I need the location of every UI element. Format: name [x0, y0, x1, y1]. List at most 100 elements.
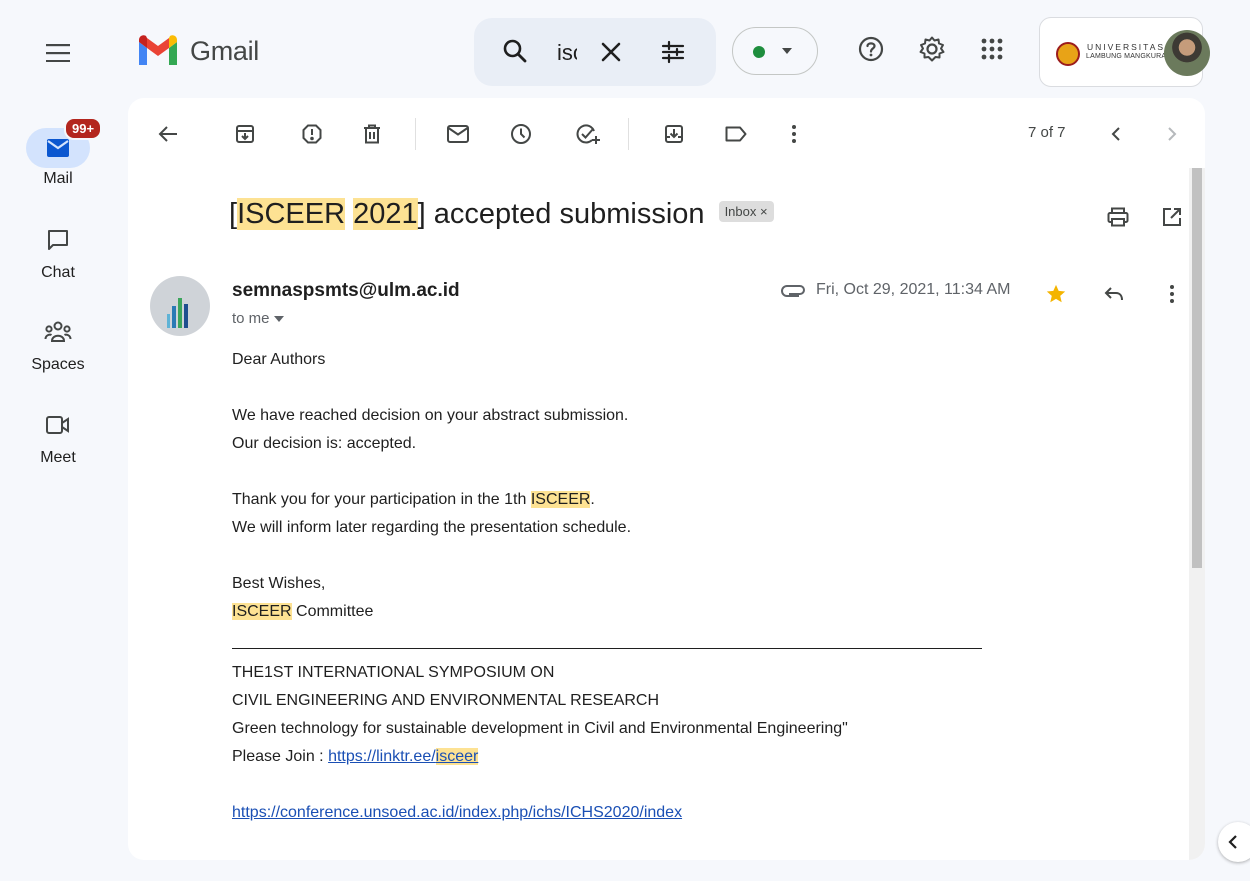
chat-icon [48, 230, 68, 250]
apps-button[interactable] [977, 34, 1007, 64]
main-menu-button[interactable] [40, 35, 76, 71]
sender-avatar[interactable] [150, 276, 210, 336]
clear-search-icon[interactable] [598, 39, 624, 65]
email-subject: [ISCEER 2021] accepted submission Inbox × [229, 198, 774, 231]
linktree-link[interactable]: https://linktr.ee/isceer [328, 748, 479, 765]
report-spam-icon [302, 124, 322, 144]
gear-icon [919, 36, 945, 62]
chevron-left-icon [1228, 835, 1237, 849]
rail-label-mail: Mail [43, 170, 73, 187]
signature-divider [232, 648, 982, 649]
label-icon [725, 126, 747, 142]
signature-line: CIVIL ENGINEERING AND ENVIRONMENTAL RESE… [232, 692, 660, 709]
search-bar[interactable]: isceer [474, 18, 716, 86]
add-task-icon [576, 124, 600, 144]
rail-label-spaces: Spaces [31, 356, 85, 373]
labels-button[interactable] [722, 120, 750, 148]
body-line: Thank you for your participation in the … [232, 491, 595, 508]
committee: ISCEER Committee [232, 603, 374, 620]
help-button[interactable] [856, 34, 886, 64]
apps-grid-icon [981, 38, 1003, 60]
archive-icon [236, 125, 254, 143]
remove-label-icon[interactable]: × [760, 204, 768, 219]
open-new-window-button[interactable] [1158, 203, 1186, 231]
search-input[interactable]: isceer [557, 40, 577, 66]
body-line: Our decision is: accepted. [232, 435, 417, 452]
toolbar-divider [415, 118, 416, 150]
rail-item-meet[interactable]: Meet [16, 405, 100, 467]
toolbar-divider [628, 118, 629, 150]
hamburger-icon [46, 44, 70, 62]
message-date: Fri, Oct 29, 2021, 11:34 AM [780, 281, 1010, 299]
signature-line: Green technology for sustainable develop… [232, 720, 848, 737]
more-options-button[interactable] [780, 120, 808, 148]
closing: Best Wishes, [232, 575, 326, 592]
trash-icon [364, 124, 380, 144]
unread-count-badge: 99+ [64, 117, 103, 140]
older-button[interactable] [1158, 120, 1186, 148]
status-dropdown[interactable] [732, 27, 818, 75]
report-spam-button[interactable] [298, 120, 326, 148]
move-to-icon [665, 125, 683, 143]
pagination-count: 7 of 7 [1028, 124, 1066, 141]
gmail-logo[interactable]: Gmail [136, 34, 259, 68]
inbox-label-chip: Inbox × [718, 200, 774, 222]
caret-down-icon [273, 315, 284, 322]
message-more-button[interactable] [1158, 280, 1186, 308]
mark-unread-button[interactable] [444, 120, 472, 148]
reply-button[interactable] [1100, 280, 1128, 308]
more-vert-icon [1170, 285, 1174, 303]
scrollbar-thumb[interactable] [1192, 168, 1202, 568]
rail-item-chat[interactable]: Chat [16, 220, 100, 282]
more-vert-icon [792, 125, 796, 143]
greeting: Dear Authors [232, 351, 326, 368]
delete-button[interactable] [358, 120, 386, 148]
email-body: Dear Authors We have reached decision on… [232, 346, 982, 827]
rail-item-spaces[interactable]: Spaces [16, 312, 100, 374]
add-to-tasks-button[interactable] [574, 120, 602, 148]
mail-icon [47, 139, 69, 157]
chevron-right-icon [1168, 127, 1177, 141]
search-icon[interactable] [502, 38, 528, 64]
mail-outline-icon [447, 125, 469, 143]
conference-link[interactable]: https://conference.unsoed.ac.id/index.ph… [232, 804, 682, 821]
spaces-icon [44, 321, 72, 342]
body-line: We will inform later regarding the prese… [232, 519, 632, 536]
gmail-m-icon [139, 35, 177, 65]
help-icon [858, 36, 884, 62]
move-to-button[interactable] [660, 120, 688, 148]
back-button[interactable] [154, 120, 182, 148]
attachment-icon [781, 285, 805, 297]
star-filled-icon [1046, 284, 1066, 303]
settings-button[interactable] [917, 34, 947, 64]
signature-line: THE1ST INTERNATIONAL SYMPOSIUM ON [232, 664, 555, 681]
printer-icon [1107, 207, 1129, 227]
reply-icon [1104, 287, 1123, 301]
archive-button[interactable] [231, 120, 259, 148]
org-name-line2: LAMBUNG MANGKURAT [1086, 53, 1171, 60]
body-line: We have reached decision on your abstrac… [232, 407, 629, 424]
join-line: Please Join : https://linktr.ee/isceer [232, 748, 479, 765]
chevron-left-icon [1111, 127, 1120, 141]
print-all-button[interactable] [1104, 203, 1132, 231]
recipient-details-toggle[interactable]: to me [232, 310, 284, 327]
user-avatar[interactable] [1164, 30, 1210, 76]
rail-label-chat: Chat [41, 264, 75, 281]
message-scrollbar[interactable] [1189, 168, 1205, 860]
snooze-button[interactable] [507, 120, 535, 148]
gmail-wordmark: Gmail [190, 35, 260, 66]
newer-button[interactable] [1102, 120, 1130, 148]
search-options-icon[interactable] [660, 39, 686, 65]
star-button[interactable] [1042, 280, 1070, 308]
arrow-left-icon [158, 126, 177, 142]
account-switcher[interactable]: UNIVERSITAS LAMBUNG MANGKURAT [1039, 17, 1210, 87]
caret-down-icon [781, 47, 793, 55]
message-view: 7 of 7 [ISCEER 2021] accepted submission… [128, 98, 1205, 860]
video-icon [46, 416, 69, 434]
rail-item-mail[interactable]: 99+ Mail [16, 117, 103, 188]
sender-email[interactable]: semnaspsmts@ulm.ac.id [232, 280, 460, 302]
university-seal-logo [1056, 42, 1080, 66]
side-panel-toggle[interactable] [1218, 822, 1250, 862]
open-in-new-icon [1163, 208, 1181, 226]
org-name-line1: UNIVERSITAS [1087, 42, 1166, 52]
